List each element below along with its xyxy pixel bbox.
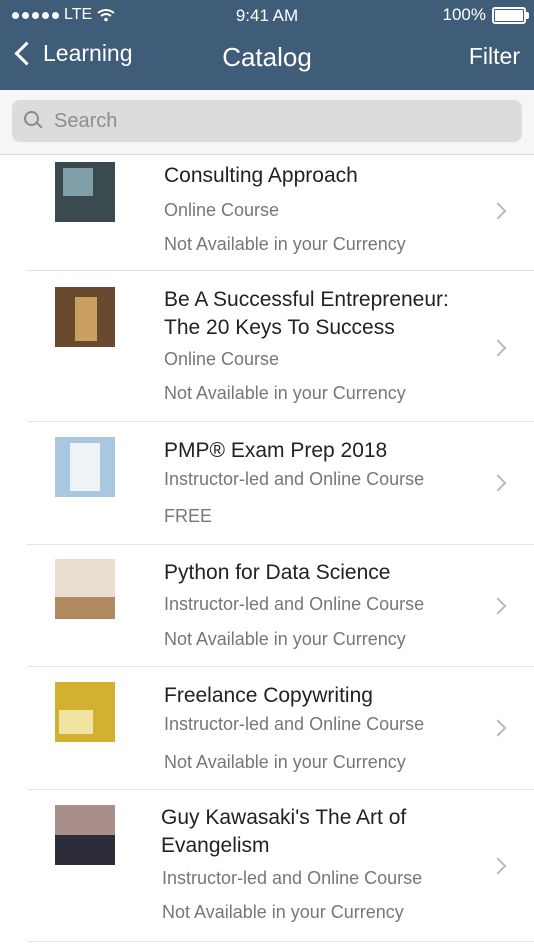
thumb-accent bbox=[75, 297, 97, 341]
search-bar[interactable] bbox=[12, 100, 522, 142]
course-item-python-data-science[interactable]: Python for Data Science Instructor-led a… bbox=[0, 545, 534, 667]
search-bar-container bbox=[0, 90, 534, 155]
course-price: FREE bbox=[164, 506, 213, 526]
thumb-accent bbox=[55, 597, 115, 619]
course-item-freelance-copywriting[interactable]: Freelance Copywriting Instructor-led and… bbox=[0, 667, 534, 790]
chevron-right-icon bbox=[489, 474, 507, 492]
course-thumbnail bbox=[55, 559, 115, 619]
course-title-line-2: The 20 Keys To Success bbox=[164, 316, 395, 339]
course-price: Not Available in your Currency bbox=[164, 752, 406, 772]
course-thumbnail bbox=[55, 682, 115, 742]
course-title-line-1: Guy Kawasaki's The Art of bbox=[161, 806, 407, 829]
chevron-right-icon bbox=[489, 202, 507, 220]
course-price: Not Available in your Currency bbox=[164, 234, 406, 254]
status-bar: LTE 9:41 AM 100% bbox=[0, 0, 534, 32]
thumb-accent bbox=[55, 835, 115, 865]
course-title: Freelance Copywriting bbox=[164, 684, 373, 707]
course-price: Not Available in your Currency bbox=[164, 629, 406, 649]
chevron-right-icon bbox=[489, 597, 507, 615]
chevron-right-icon bbox=[489, 857, 507, 875]
search-icon bbox=[24, 111, 44, 131]
status-right: 100% bbox=[442, 5, 529, 25]
course-item-consulting-approach[interactable]: Consulting Approach Online Course Not Av… bbox=[0, 155, 534, 271]
thumb-accent bbox=[63, 168, 93, 196]
course-thumbnail bbox=[55, 287, 115, 347]
course-thumbnail bbox=[55, 437, 115, 497]
course-type: Instructor-led and Online Course bbox=[162, 868, 423, 888]
course-thumbnail bbox=[55, 162, 115, 222]
course-item-successful-entrepreneur[interactable]: Be A Successful Entrepreneur: The 20 Key… bbox=[0, 271, 534, 422]
course-title: Python for Data Science bbox=[164, 561, 391, 584]
chevron-right-icon bbox=[489, 719, 507, 737]
course-title: PMP® Exam Prep 2018 bbox=[164, 439, 388, 462]
filter-button[interactable]: Filter bbox=[469, 43, 520, 70]
battery-icon bbox=[492, 6, 529, 24]
course-thumbnail bbox=[55, 805, 115, 865]
course-type: Instructor-led and Online Course bbox=[164, 469, 425, 489]
list-divider bbox=[27, 941, 534, 942]
chevron-right-icon bbox=[489, 339, 507, 357]
course-price: Not Available in your Currency bbox=[164, 383, 406, 403]
course-title-line-1: Be A Successful Entrepreneur: bbox=[164, 288, 449, 311]
course-item-art-of-evangelism[interactable]: Guy Kawasaki's The Art of Evangelism Ins… bbox=[0, 790, 534, 942]
course-type: Online Course bbox=[164, 200, 280, 220]
course-type: Instructor-led and Online Course bbox=[164, 714, 425, 734]
course-item-pmp-exam-prep[interactable]: PMP® Exam Prep 2018 Instructor-led and O… bbox=[0, 422, 534, 545]
course-type: Online Course bbox=[164, 349, 280, 369]
search-input[interactable] bbox=[52, 108, 496, 134]
page-title: Catalog bbox=[222, 42, 312, 72]
thumb-accent bbox=[70, 443, 100, 491]
course-title: Consulting Approach bbox=[164, 164, 358, 187]
course-price: Not Available in your Currency bbox=[162, 902, 404, 922]
course-type: Instructor-led and Online Course bbox=[164, 594, 425, 614]
course-title-line-2: Evangelism bbox=[161, 834, 270, 857]
thumb-accent bbox=[59, 710, 93, 734]
battery-percent: 100% bbox=[442, 5, 486, 24]
navigation-bar: Learning Catalog Filter bbox=[0, 40, 534, 80]
top-bar: LTE 9:41 AM 100% Learning Catalog Filter bbox=[0, 0, 534, 90]
